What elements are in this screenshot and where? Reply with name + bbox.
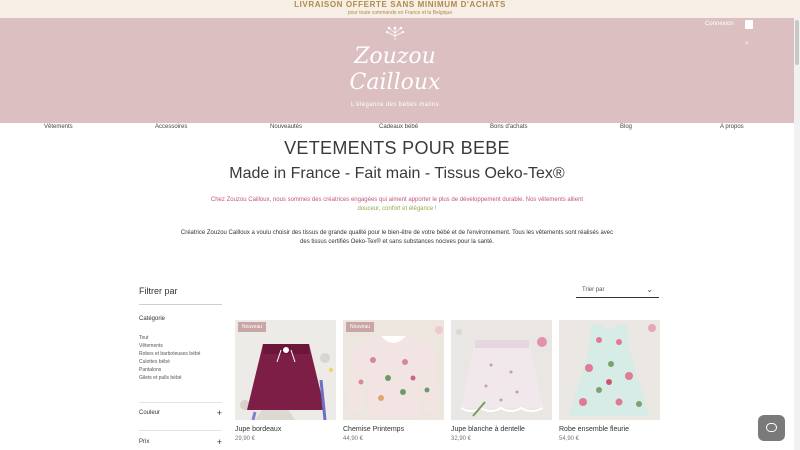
product-name[interactable]: Jupe bordeaux <box>235 426 336 433</box>
product-card[interactable]: Nouveau Jupe bordeaux 29,90 € <box>235 320 336 442</box>
nav-item-bons[interactable]: Bons d'achats <box>490 124 528 130</box>
intro-paragraph-2: Créatrice Zouzou Cailloux a voulu choisi… <box>180 230 614 245</box>
product-card[interactable]: Jupe blanche à dentelle 32,90 € <box>451 320 552 442</box>
nav-item-accessoires[interactable]: Accessoires <box>155 124 187 130</box>
product-name[interactable]: Jupe blanche à dentelle <box>451 426 552 433</box>
facet-price-label: Prix <box>139 439 150 445</box>
new-badge: Nouveau <box>346 322 375 332</box>
facet-color[interactable]: Couleur + <box>139 408 222 418</box>
category-item[interactable]: Tout <box>139 334 200 342</box>
chevron-down-icon: ⌄ <box>646 285 653 294</box>
category-item[interactable]: Culottes bébé <box>139 358 200 366</box>
filter-title: Filtrer par <box>139 286 178 296</box>
plus-icon[interactable]: + <box>217 437 222 447</box>
facet-color-label: Couleur <box>139 410 161 416</box>
nav-item-nouveautes[interactable]: Nouveautés <box>270 124 302 130</box>
nav-item-cadeaux[interactable]: Cadeaux bébé <box>379 124 418 130</box>
category-item[interactable]: Gilets et pulls bébé <box>139 374 200 382</box>
chat-icon <box>766 423 777 432</box>
category-list: Tout Vêtements Robes et barboteuses bébé… <box>139 334 200 382</box>
intro-text-1-end: douceur, confort et élégance ! <box>357 206 437 212</box>
product-image[interactable] <box>559 320 660 420</box>
announcement-bar: LIVRAISON OFFERTE SANS MINIMUM D'ACHATS … <box>0 0 800 18</box>
site-logo[interactable]: Zouzou Cailloux L'élégance des bébés mal… <box>310 25 480 108</box>
brand-name: Zouzou Cailloux <box>349 44 441 95</box>
category-title: Catégorie <box>139 316 166 322</box>
nav-item-vetements[interactable]: Vêtements <box>44 124 73 130</box>
product-image[interactable]: Nouveau <box>235 320 336 420</box>
sprig-icon <box>310 25 480 44</box>
product-card[interactable]: Nouveau Chemise Printemps 44,90 € <box>343 320 444 442</box>
product-price: 54,90 € <box>559 436 580 442</box>
intro-paragraph-1: Chez Zouzou Cailloux, nous sommes des cr… <box>180 196 614 214</box>
product-image[interactable] <box>451 320 552 420</box>
category-item[interactable]: Robes et barboteuses bébé <box>139 350 200 358</box>
account-link[interactable]: Connexion <box>705 21 734 27</box>
product-price: 32,90 € <box>451 436 472 442</box>
page-scrollbar[interactable] <box>794 18 800 450</box>
product-name[interactable]: Chemise Printemps <box>343 426 444 433</box>
sort-select[interactable]: Trier par ⌄ <box>576 284 659 298</box>
chat-button[interactable] <box>758 415 785 441</box>
category-item[interactable]: Pantalons <box>139 366 200 374</box>
category-item[interactable]: Vêtements <box>139 342 200 350</box>
announcement-subtitle: pour toute commande en France et la Belg… <box>347 10 453 16</box>
nav-item-apropos[interactable]: A propos <box>720 124 744 130</box>
shopping-bag-icon[interactable] <box>745 20 753 29</box>
filter-divider <box>139 304 222 305</box>
facet-price[interactable]: Prix + <box>139 437 222 447</box>
sort-value: Trier par <box>582 287 605 293</box>
product-card[interactable]: Robe ensemble fleurie 54,90 € <box>559 320 660 442</box>
brand-tagline: L'élégance des bébés malins <box>351 102 439 108</box>
page-title: VETEMENTS POUR BEBE <box>284 138 510 158</box>
main-nav: Vêtements Accessoires Nouveautés Cadeaux… <box>0 123 794 133</box>
new-badge: Nouveau <box>238 322 267 332</box>
intro-text-1: Chez Zouzou Cailloux, nous sommes des cr… <box>210 197 584 203</box>
product-price: 44,90 € <box>343 436 364 442</box>
product-image[interactable]: Nouveau <box>343 320 444 420</box>
facet-divider <box>139 430 222 431</box>
plus-icon[interactable]: + <box>217 408 222 418</box>
page-subtitle: Made in France - Fait main - Tissus Oeko… <box>229 165 565 182</box>
nav-item-blog[interactable]: Blog <box>620 124 632 130</box>
facet-divider <box>139 402 222 403</box>
product-name[interactable]: Robe ensemble fleurie <box>559 426 660 433</box>
scrollbar-thumb[interactable] <box>795 20 799 65</box>
product-price: 29,90 € <box>235 436 256 442</box>
announcement-title: LIVRAISON OFFERTE SANS MINIMUM D'ACHATS <box>294 0 506 9</box>
search-icon[interactable]: ⌕ <box>745 40 749 48</box>
